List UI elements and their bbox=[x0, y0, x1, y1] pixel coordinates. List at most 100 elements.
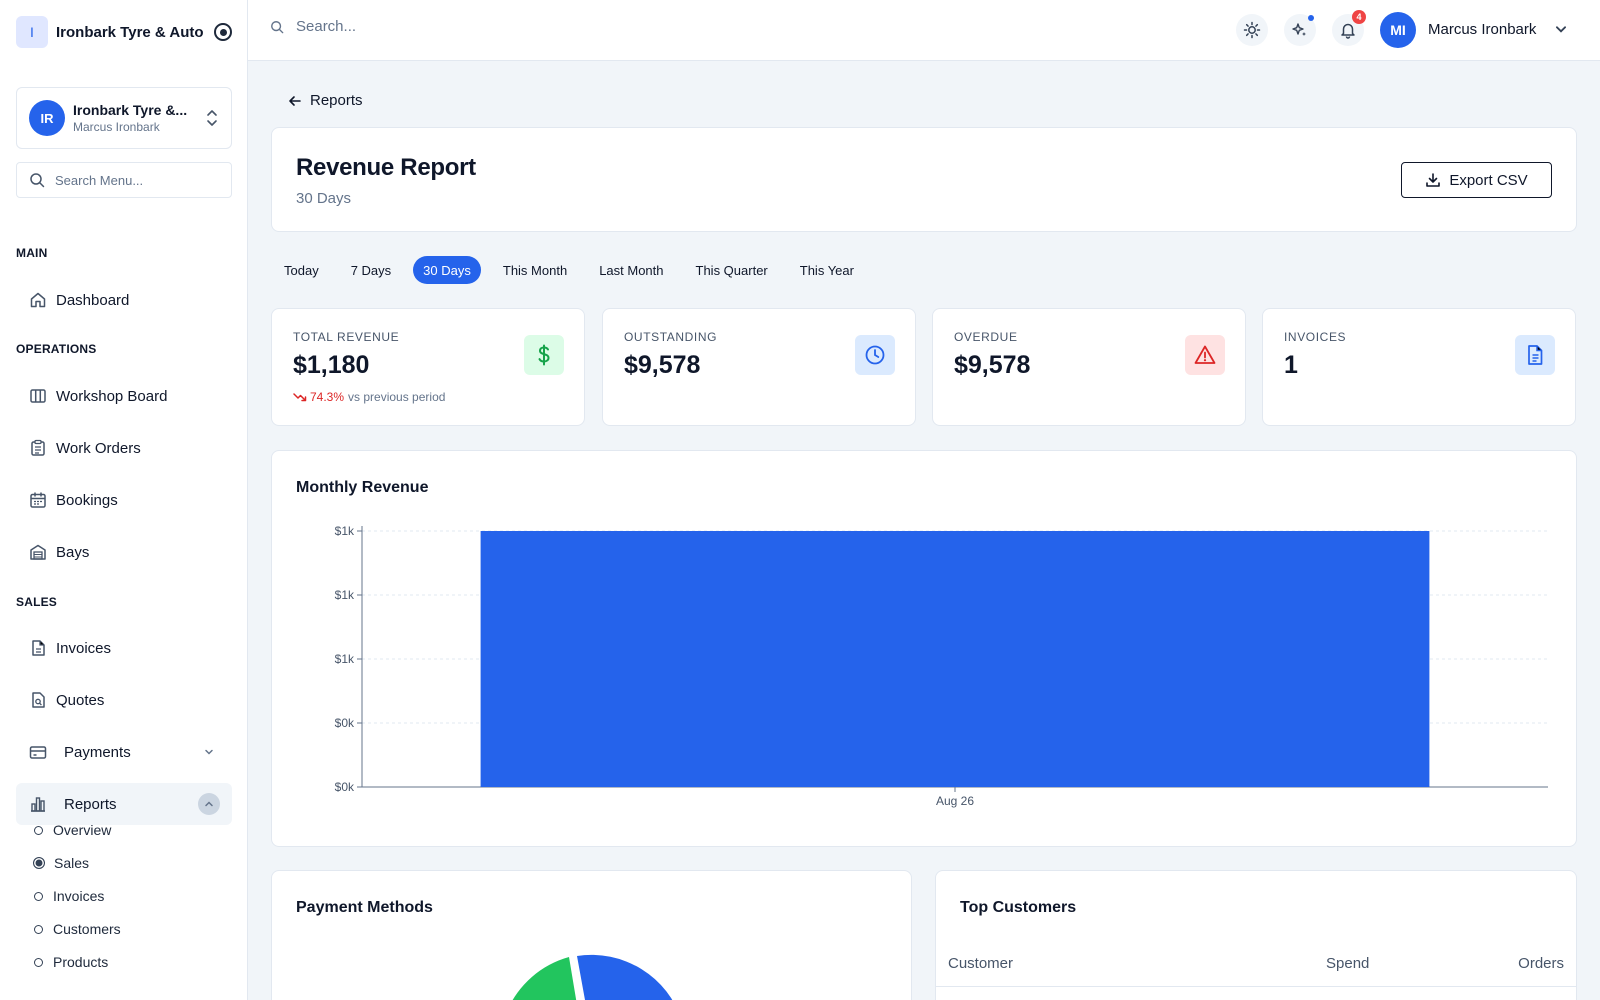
nav-bays-label: Bays bbox=[56, 543, 90, 561]
section-sales: SALES bbox=[16, 595, 58, 609]
home-icon bbox=[28, 290, 48, 310]
chevron-up-icon[interactable] bbox=[198, 793, 220, 815]
org-user: Marcus Ironbark bbox=[73, 120, 160, 134]
topbar: 4 MI Marcus Ironbark bbox=[248, 0, 1600, 61]
payment-methods-card: Payment Methods bbox=[271, 870, 912, 1000]
user-name[interactable]: Marcus Ironbark bbox=[1428, 21, 1536, 38]
y-tick-label: $0k bbox=[335, 780, 355, 794]
nav-bays[interactable]: Bays bbox=[16, 531, 232, 573]
chevron-down-icon[interactable] bbox=[198, 741, 220, 763]
bullet-icon bbox=[34, 924, 43, 934]
range-tab-last-month[interactable]: Last Month bbox=[589, 256, 673, 284]
kpi-value: $9,578 bbox=[624, 351, 701, 379]
warning-icon bbox=[1185, 335, 1225, 375]
nav-payments[interactable]: Payments bbox=[16, 731, 232, 773]
payment-methods-donut bbox=[507, 954, 682, 1000]
nav-work-orders-label: Work Orders bbox=[56, 439, 141, 457]
top-customers-card: Top Customers Customer Spend Orders bbox=[935, 870, 1577, 1000]
kpi-label: OUTSTANDING bbox=[624, 330, 718, 344]
bar-aug-26[interactable] bbox=[480, 531, 1430, 787]
org-switcher[interactable]: IR Ironbark Tyre &... Marcus Ironbark bbox=[16, 87, 232, 149]
column-customer[interactable]: Customer bbox=[948, 955, 1013, 972]
reports-sub-invoices[interactable]: Invoices bbox=[34, 884, 104, 908]
bullet-icon bbox=[34, 957, 43, 967]
menu-search-input[interactable] bbox=[55, 172, 215, 188]
kpi-outstanding: OUTSTANDING $9,578 bbox=[602, 308, 916, 426]
reports-sub-label: Invoices bbox=[53, 888, 105, 904]
search-icon bbox=[271, 20, 284, 33]
sidebar: I Ironbark Tyre & Auto IR Ironbark Tyre … bbox=[0, 0, 248, 1000]
reports-sub-customers[interactable]: Customers bbox=[34, 917, 121, 941]
sidebar-toggle-icon[interactable] bbox=[214, 23, 232, 41]
y-tick-label: $1k bbox=[335, 524, 355, 538]
kpi-value: $9,578 bbox=[954, 351, 1031, 379]
reports-sub-overview[interactable]: Overview bbox=[34, 818, 111, 842]
y-tick-label: $0k bbox=[335, 716, 355, 730]
nav-invoices[interactable]: Invoices bbox=[16, 627, 232, 669]
kpi-value: 1 bbox=[1284, 351, 1298, 379]
reports-sub-sales[interactable]: Sales bbox=[33, 851, 89, 875]
user-avatar[interactable]: MI bbox=[1380, 12, 1416, 48]
notifications-button[interactable]: 4 bbox=[1332, 10, 1366, 46]
kpi-invoices: INVOICES 1 bbox=[1262, 308, 1576, 426]
y-tick-label: $1k bbox=[335, 652, 355, 666]
export-csv-button[interactable]: Export CSV bbox=[1401, 162, 1552, 198]
section-main: MAIN bbox=[16, 246, 48, 260]
ai-assistant-button[interactable] bbox=[1284, 14, 1316, 46]
nav-work-orders[interactable]: Work Orders bbox=[16, 427, 232, 469]
kpi-trend-text: vs previous period bbox=[348, 390, 446, 404]
back-link-label: Reports bbox=[310, 92, 363, 109]
range-tab-this-year[interactable]: This Year bbox=[790, 256, 864, 284]
org-avatar: IR bbox=[29, 100, 65, 136]
calendar-icon bbox=[28, 490, 48, 510]
kpi-trend: 74.3% vs previous period bbox=[293, 390, 445, 404]
kpi-label: INVOICES bbox=[1284, 330, 1347, 344]
document-search-icon bbox=[28, 690, 48, 710]
bullet-icon bbox=[33, 857, 45, 869]
bullet-icon bbox=[34, 825, 43, 835]
nav-quotes[interactable]: Quotes bbox=[16, 679, 232, 721]
reports-sub-label: Customers bbox=[53, 921, 121, 937]
nav-payments-label: Payments bbox=[64, 743, 131, 761]
nav-bookings-label: Bookings bbox=[56, 491, 118, 509]
column-orders[interactable]: Orders bbox=[1518, 955, 1564, 972]
chevron-down-icon[interactable] bbox=[1554, 22, 1568, 41]
y-tick-label: $1k bbox=[335, 588, 355, 602]
range-tab-30-days[interactable]: 30 Days bbox=[413, 256, 481, 284]
nav-reports-label: Reports bbox=[64, 795, 117, 813]
global-search-input[interactable] bbox=[296, 18, 596, 35]
nav-dashboard[interactable]: Dashboard bbox=[16, 279, 232, 321]
bar-chart-icon bbox=[28, 794, 48, 814]
donut-segment-card[interactable] bbox=[577, 954, 682, 1000]
back-to-reports-link[interactable]: Reports bbox=[288, 92, 363, 109]
section-operations: OPERATIONS bbox=[16, 342, 97, 356]
bullet-icon bbox=[34, 891, 43, 901]
search-icon bbox=[30, 173, 45, 188]
page-title: Revenue Report bbox=[296, 154, 476, 181]
range-tab-this-month[interactable]: This Month bbox=[493, 256, 577, 284]
nav-bookings[interactable]: Bookings bbox=[16, 479, 232, 521]
sparkles-icon bbox=[1292, 23, 1306, 36]
ai-status-dot bbox=[1308, 15, 1314, 21]
donut-segment-cash[interactable] bbox=[507, 957, 578, 1000]
nav-invoices-label: Invoices bbox=[56, 639, 112, 657]
kpi-trend-percent: 74.3% bbox=[310, 390, 345, 404]
chevron-up-down-icon bbox=[205, 108, 219, 128]
menu-search bbox=[16, 162, 232, 198]
x-tick-label: Aug 26 bbox=[936, 794, 974, 808]
page-subtitle: 30 Days bbox=[296, 190, 352, 207]
kpi-overdue: OVERDUE $9,578 bbox=[932, 308, 1246, 426]
reports-sub-products[interactable]: Products bbox=[34, 950, 108, 974]
kpi-label: TOTAL REVENUE bbox=[293, 330, 400, 344]
range-tab-7-days[interactable]: 7 Days bbox=[341, 256, 401, 284]
date-range-tabs: Today 7 Days 30 Days This Month Last Month Th… bbox=[274, 256, 876, 284]
reports-sub-label: Products bbox=[53, 954, 109, 970]
range-tab-today[interactable]: Today bbox=[274, 256, 329, 284]
kpi-value: $1,180 bbox=[293, 351, 370, 379]
nav-workshop-board[interactable]: Workshop Board bbox=[16, 375, 232, 417]
arrow-left-icon bbox=[289, 95, 301, 106]
kpi-total-revenue: TOTAL REVENUE $1,180 74.3% vs previous p… bbox=[271, 308, 585, 426]
column-spend[interactable]: Spend bbox=[1326, 955, 1369, 972]
range-tab-this-quarter[interactable]: This Quarter bbox=[686, 256, 778, 284]
theme-toggle-button[interactable] bbox=[1236, 14, 1268, 46]
